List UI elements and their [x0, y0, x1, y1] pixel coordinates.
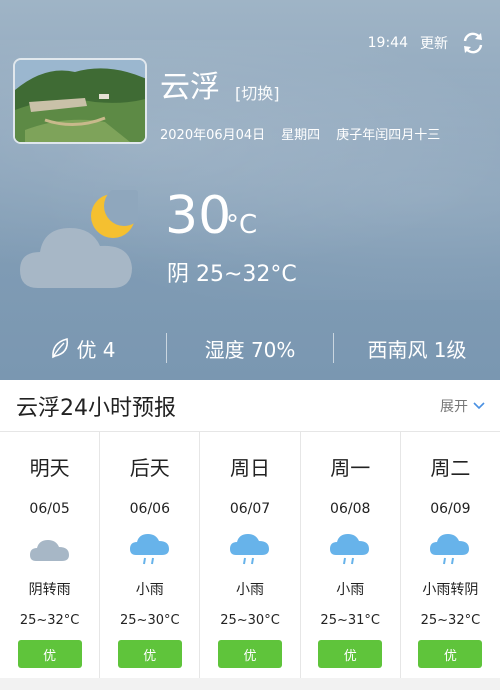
stats-row: 优 4 湿度 70% 西南风 1级: [0, 328, 500, 368]
aqi-badge: 优: [318, 640, 383, 668]
leaf-icon: [52, 337, 69, 359]
day-condition: 小雨转阴: [422, 582, 479, 598]
aqi-badge: 优: [17, 640, 82, 668]
forecast-title: 云浮24小时预报: [16, 395, 176, 421]
bottom-divider: [0, 678, 500, 690]
day-date: 06/07: [229, 501, 271, 517]
date-text: 2020年06月04日: [160, 128, 266, 143]
day-date: 06/05: [29, 501, 70, 517]
cloud-icon: [29, 540, 69, 561]
forecast-day[interactable]: 后天 06/06 小雨 25~30°C 优: [100, 432, 201, 678]
top-bar: 19:44 更新: [368, 30, 486, 56]
day-name: 明天: [29, 456, 70, 480]
day-name: 后天: [129, 456, 170, 480]
light-rain-icon: [330, 534, 370, 565]
city-name: 云浮: [160, 70, 220, 105]
current-time: 19:44: [367, 35, 408, 51]
wind-value: 西南风 1级: [367, 337, 467, 362]
forecast-day[interactable]: 周一 06/08 小雨 25~31°C 优: [301, 432, 401, 678]
day-condition: 阴转雨: [28, 582, 71, 598]
day-date: 06/08: [330, 501, 371, 517]
day-temp-range: 25~32°C: [19, 613, 80, 628]
refresh-icon[interactable]: [460, 30, 486, 56]
day-condition: 小雨: [236, 582, 264, 598]
weekday-text: 星期四: [281, 128, 321, 143]
forecast-day[interactable]: 周二 06/09 小雨转阴 25~32°C 优: [401, 432, 500, 678]
day-condition: 小雨: [336, 582, 365, 598]
day-temp-range: 25~31°C: [320, 613, 380, 628]
humidity-stat: 湿度 70%: [167, 328, 333, 368]
aqi-badge: 优: [218, 640, 282, 668]
current-condition-range: 阴 25~32°C: [167, 262, 297, 287]
wind-stat: 西南风 1级: [334, 328, 500, 368]
air-quality-stat[interactable]: 优 4: [0, 328, 166, 368]
day-name: 周日: [230, 456, 270, 480]
temperature-unit: °C: [226, 210, 258, 240]
day-date: 06/06: [129, 501, 170, 517]
city-photo: [13, 58, 147, 144]
day-temp-range: 25~30°C: [120, 613, 180, 628]
forecast-day[interactable]: 周日 06/07 小雨 25~30°C 优: [200, 432, 301, 678]
light-rain-icon: [230, 534, 269, 565]
forecast-header: 云浮24小时预报 展开: [0, 380, 500, 432]
lunar-date-text: 庚子年闰四月十三: [336, 128, 441, 143]
chevron-down-icon: [473, 401, 485, 409]
day-date: 06/09: [430, 501, 471, 517]
humidity-value: 湿度 70%: [204, 337, 296, 362]
city-switch-link[interactable]: [切换]: [235, 80, 280, 104]
day-name: 周二: [430, 456, 471, 480]
expand-label: 展开: [440, 398, 468, 415]
current-temperature: 30: [165, 186, 232, 246]
aqi-badge: 优: [117, 640, 182, 668]
aqi-badge: 优: [418, 640, 483, 668]
day-condition: 小雨: [135, 582, 164, 598]
forecast-days: 明天 06/05 阴转雨 25~32°C 优 后天 06/06 小雨 25~30…: [0, 432, 500, 678]
expand-button[interactable]: 展开: [440, 396, 486, 416]
date-row: 2020年06月04日 星期四 庚子年闰四月十三: [160, 124, 440, 143]
weather-hero: 19:44 更新 云浮 [切换] 2020年06月04日 星期四 庚子年闰四月十…: [0, 0, 500, 380]
forecast-day[interactable]: 明天 06/05 阴转雨 25~32°C 优: [0, 432, 101, 678]
cloudy-night-icon: [20, 190, 138, 288]
light-rain-icon: [129, 534, 169, 565]
light-rain-icon: [430, 534, 470, 565]
day-name: 周一: [330, 456, 371, 480]
day-temp-range: 25~30°C: [220, 613, 280, 628]
refresh-label[interactable]: 更新: [420, 33, 448, 53]
air-quality-value: 优 4: [76, 337, 116, 362]
day-temp-range: 25~32°C: [420, 613, 481, 628]
